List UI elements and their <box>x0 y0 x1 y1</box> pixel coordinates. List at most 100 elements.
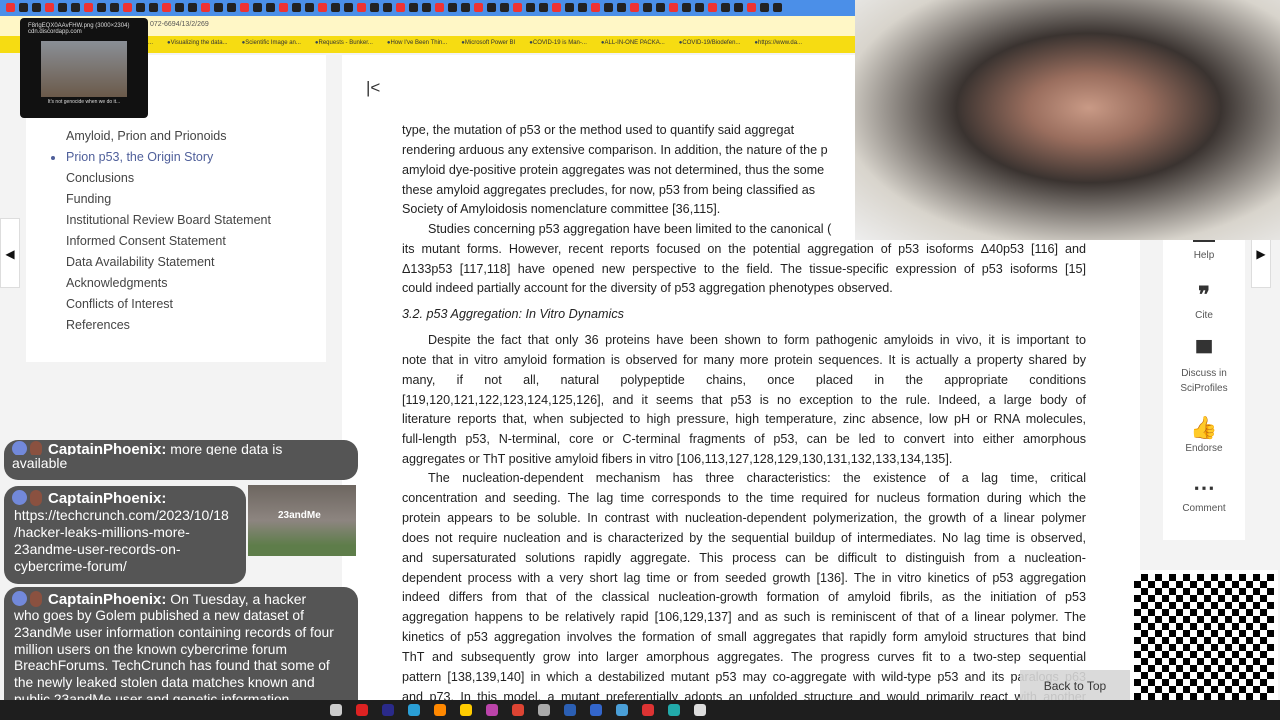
browser-tab[interactable] <box>253 3 262 12</box>
browser-tab[interactable] <box>214 3 223 12</box>
toc-item[interactable]: Informed Consent Statement <box>66 234 226 248</box>
browser-tab[interactable] <box>461 3 470 12</box>
browser-tab[interactable] <box>500 3 509 12</box>
taskbar-app-icon[interactable] <box>590 704 602 716</box>
browser-tab[interactable] <box>474 3 483 12</box>
browser-tab[interactable] <box>240 3 249 12</box>
browser-tab[interactable] <box>656 3 665 12</box>
browser-tab[interactable] <box>708 3 717 12</box>
browser-tab[interactable] <box>318 3 327 12</box>
taskbar[interactable] <box>0 700 1280 720</box>
browser-tab[interactable] <box>6 3 15 12</box>
browser-tab[interactable] <box>357 3 366 12</box>
browser-tab[interactable] <box>513 3 522 12</box>
prev-arrow-icon[interactable]: ◀ <box>0 218 20 288</box>
toc-item[interactable]: Prion p53, the Origin Story <box>66 150 213 164</box>
browser-tab[interactable] <box>45 3 54 12</box>
browser-tab[interactable] <box>760 3 769 12</box>
browser-tab[interactable] <box>305 3 314 12</box>
cite-button[interactable]: ❞ Cite <box>1163 282 1245 323</box>
taskbar-app-icon[interactable] <box>694 704 706 716</box>
browser-tab[interactable] <box>110 3 119 12</box>
browser-tab[interactable] <box>604 3 613 12</box>
taskbar-app-icon[interactable] <box>356 704 368 716</box>
browser-tab[interactable] <box>58 3 67 12</box>
browser-tab[interactable] <box>643 3 652 12</box>
browser-tab[interactable] <box>487 3 496 12</box>
browser-tab[interactable] <box>383 3 392 12</box>
bookmark[interactable]: Visualizing the data... <box>167 40 228 53</box>
bookmark[interactable]: Microsoft Power BI <box>461 40 515 53</box>
browser-tab[interactable] <box>344 3 353 12</box>
taskbar-app-icon[interactable] <box>668 704 680 716</box>
back-to-top-button[interactable]: Back to Top <box>1020 670 1130 700</box>
taskbar-app-icon[interactable] <box>408 704 420 716</box>
taskbar-app-icon[interactable] <box>434 704 446 716</box>
browser-tab[interactable] <box>552 3 561 12</box>
chat-link[interactable]: /hacker-leaks-millions-more- <box>14 524 238 541</box>
browser-tab[interactable] <box>279 3 288 12</box>
chat-link[interactable]: https://techcrunch.com/2023/10/18 <box>14 507 238 524</box>
taskbar-app-icon[interactable] <box>382 704 394 716</box>
browser-tab[interactable] <box>409 3 418 12</box>
browser-tab[interactable] <box>266 3 275 12</box>
taskbar-app-icon[interactable] <box>564 704 576 716</box>
bookmark[interactable]: Requests - Bunker... <box>315 40 373 53</box>
browser-tab[interactable] <box>123 3 132 12</box>
discuss-button[interactable]: ▀ Discuss in SciProfiles <box>1163 340 1245 396</box>
bookmark[interactable]: How I've Been Thin... <box>387 40 448 53</box>
browser-tab[interactable] <box>84 3 93 12</box>
taskbar-app-icon[interactable] <box>616 704 628 716</box>
browser-tab[interactable] <box>331 3 340 12</box>
bookmark[interactable]: COVID-19 is Man-... <box>529 40 587 53</box>
toc-item[interactable]: References <box>66 318 130 332</box>
browser-tab[interactable] <box>97 3 106 12</box>
browser-tab[interactable] <box>32 3 41 12</box>
browser-tab[interactable] <box>539 3 548 12</box>
comment-button[interactable]: ⋯ Comment <box>1163 475 1245 516</box>
chat-link[interactable]: cybercrime-forum/ <box>14 558 238 575</box>
browser-tab[interactable] <box>565 3 574 12</box>
taskbar-app-icon[interactable] <box>512 704 524 716</box>
browser-tab[interactable] <box>292 3 301 12</box>
taskbar-app-icon[interactable] <box>642 704 654 716</box>
browser-tab[interactable] <box>201 3 210 12</box>
browser-tab[interactable] <box>630 3 639 12</box>
browser-tab[interactable] <box>227 3 236 12</box>
browser-tab[interactable] <box>669 3 678 12</box>
browser-tab[interactable] <box>19 3 28 12</box>
toc-item[interactable]: Acknowledgments <box>66 276 167 290</box>
browser-tab[interactable] <box>617 3 626 12</box>
taskbar-app-icon[interactable] <box>330 704 342 716</box>
browser-tab[interactable] <box>175 3 184 12</box>
toc-item[interactable]: Institutional Review Board Statement <box>66 213 271 227</box>
browser-tab[interactable] <box>578 3 587 12</box>
toc-item[interactable]: Amyloid, Prion and Prionoids <box>66 129 227 143</box>
toc-item[interactable]: Funding <box>66 192 111 206</box>
toc-item[interactable]: Conclusions <box>66 171 134 185</box>
endorse-button[interactable]: 👍 Endorse <box>1163 415 1245 456</box>
browser-tab[interactable] <box>526 3 535 12</box>
browser-tab[interactable] <box>149 3 158 12</box>
browser-tab[interactable] <box>71 3 80 12</box>
browser-tab[interactable] <box>747 3 756 12</box>
browser-tab[interactable] <box>396 3 405 12</box>
collapse-sidebar-icon[interactable]: |< <box>366 78 380 98</box>
bookmark[interactable]: COVID-19/Biodefen... <box>679 40 740 53</box>
taskbar-app-icon[interactable] <box>460 704 472 716</box>
bookmark[interactable]: Scientific Image an... <box>242 40 301 53</box>
browser-tab[interactable] <box>591 3 600 12</box>
browser-tab[interactable] <box>773 3 782 12</box>
bookmark[interactable]: https://www.da... <box>754 40 802 53</box>
browser-tab[interactable] <box>188 3 197 12</box>
browser-tab[interactable] <box>435 3 444 12</box>
taskbar-app-icon[interactable] <box>538 704 550 716</box>
browser-tab[interactable] <box>734 3 743 12</box>
browser-tab[interactable] <box>721 3 730 12</box>
taskbar-app-icon[interactable] <box>486 704 498 716</box>
toc-item[interactable]: Data Availability Statement <box>66 255 214 269</box>
browser-tab[interactable] <box>370 3 379 12</box>
chat-link[interactable]: 23andme-user-records-on- <box>14 541 238 558</box>
browser-tab[interactable] <box>448 3 457 12</box>
toc-item[interactable]: Conflicts of Interest <box>66 297 173 311</box>
